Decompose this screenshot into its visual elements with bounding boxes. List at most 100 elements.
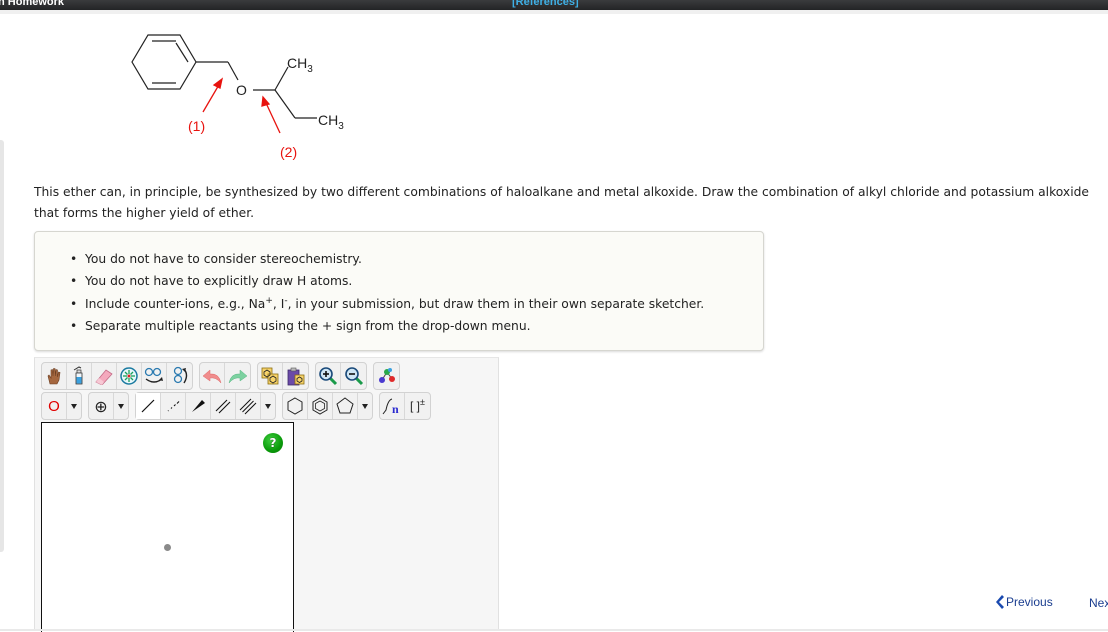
sgroup-polymer-icon: n <box>382 398 399 416</box>
top-bar: n Homework [References] <box>0 0 1108 10</box>
single-bond-icon <box>141 399 155 413</box>
atom-label: O <box>48 397 60 415</box>
instruction-item: You do not have to explicitly draw H ato… <box>70 273 704 295</box>
methyl-bottom-label: CH3 <box>318 112 344 132</box>
dashed-bond-button[interactable] <box>161 393 186 419</box>
flip-vertical-icon <box>173 366 187 384</box>
instruction-item: Separate multiple reactants using the + … <box>70 318 704 340</box>
canvas-center-dot <box>164 544 171 551</box>
chevron-down-icon <box>362 403 368 409</box>
arrow-2-icon <box>261 95 281 134</box>
ring-tools <box>282 392 373 420</box>
tool-group-zoom <box>315 362 367 390</box>
zoom-out-icon <box>344 367 363 386</box>
ring-dropdown-button[interactable] <box>358 393 372 419</box>
single-bond-button[interactable] <box>136 393 161 419</box>
cyclopentane-button[interactable] <box>333 393 358 419</box>
oxygen-atom-label: O <box>236 82 247 98</box>
sgroup-tools: n [ ]± <box>379 392 431 420</box>
charge-button[interactable]: ⊕ <box>89 393 114 419</box>
chevron-down-icon <box>71 403 77 409</box>
double-bond-button[interactable] <box>211 393 236 419</box>
previous-label: Previous <box>1006 595 1053 609</box>
benzene-ring <box>131 34 197 90</box>
benzene-icon <box>312 397 328 415</box>
bond-tools <box>135 392 276 420</box>
move-tool-button[interactable] <box>42 363 67 389</box>
flip-vertical-button[interactable] <box>167 363 192 389</box>
chevron-down-icon <box>265 403 271 409</box>
instructions-list: You do not have to consider stereochemis… <box>70 251 704 340</box>
question-text: This ether can, in principle, be synthes… <box>34 185 1089 220</box>
zoom-in-icon <box>319 367 338 386</box>
center-tool-button[interactable] <box>117 363 142 389</box>
bond-dropdown-button[interactable] <box>261 393 275 419</box>
plus-charge-icon: ⊕ <box>94 396 108 416</box>
arrow-1-icon <box>202 77 224 113</box>
molecule-sketcher: O ⊕ n []± ? <box>34 357 499 632</box>
triple-bond-button[interactable] <box>236 393 261 419</box>
atom-button[interactable]: O <box>42 393 67 419</box>
drawing-canvas[interactable]: ? <box>41 422 294 632</box>
bracket-charge-button[interactable]: [ ]± <box>405 393 430 419</box>
triple-bond-icon <box>239 398 257 415</box>
undo-icon <box>202 369 222 384</box>
chevron-down-icon <box>118 403 124 409</box>
previous-button[interactable]: Previous <box>994 594 1053 610</box>
tool-group-clean <box>373 362 400 390</box>
sketcher-toolbar-bottom: O ⊕ n []± <box>41 392 431 420</box>
help-button[interactable]: ? <box>263 433 283 453</box>
instructions-box: You do not have to consider stereochemis… <box>34 231 764 351</box>
zoom-in-button[interactable] <box>316 363 341 389</box>
tool-group-edit <box>41 362 193 390</box>
double-bond-icon <box>215 399 231 414</box>
methyl-top-label: CH3 <box>287 55 313 75</box>
svg-text:n: n <box>392 402 399 416</box>
molecule-structure: O CH3 CH3 (1) (2) <box>131 34 344 160</box>
benzene-button[interactable] <box>308 393 333 419</box>
wedge-bond-icon <box>192 400 205 412</box>
instruction-item: Include counter-ions, e.g., Na+, I-, in … <box>70 296 704 318</box>
sub-bar <box>0 10 1108 14</box>
cyclohexane-icon <box>287 397 303 415</box>
flip-horizontal-button[interactable] <box>142 363 167 389</box>
dashed-bond-icon <box>167 401 180 412</box>
copy-icon <box>261 367 279 385</box>
paste-icon <box>287 367 304 386</box>
wash-bottle-icon <box>73 366 83 385</box>
tool-group-clipboard <box>257 362 309 390</box>
next-button[interactable]: Next <box>1089 596 1108 610</box>
clear-tool-button[interactable] <box>67 363 92 389</box>
flip-horizontal-icon <box>144 367 163 383</box>
redo-icon <box>228 369 247 384</box>
hand-icon <box>47 368 61 385</box>
erase-tool-button[interactable] <box>92 363 117 389</box>
references-link[interactable]: [References] <box>512 0 579 8</box>
cyclohexane-button[interactable] <box>283 393 308 419</box>
undo-button[interactable] <box>200 363 225 389</box>
tool-group-history <box>199 362 251 390</box>
redo-button[interactable] <box>225 363 250 389</box>
sketcher-toolbar-top <box>41 362 400 390</box>
eraser-icon <box>95 369 113 385</box>
center-icon <box>120 367 138 385</box>
charge-selector: ⊕ <box>88 392 129 420</box>
sgroup-button[interactable]: n <box>380 393 405 419</box>
arrow-label-2: (2) <box>280 144 297 160</box>
charge-dropdown-button[interactable] <box>114 393 128 419</box>
instruction-item: You do not have to consider stereochemis… <box>70 251 704 273</box>
assignment-title: n Homework <box>0 0 65 8</box>
wedge-bond-button[interactable] <box>186 393 211 419</box>
zoom-out-button[interactable] <box>341 363 366 389</box>
paste-button[interactable] <box>283 363 308 389</box>
atom-selector: O <box>41 392 82 420</box>
clean-structure-icon <box>378 368 395 383</box>
arrow-label-1: (1) <box>188 118 205 134</box>
copy-button[interactable] <box>258 363 283 389</box>
chevron-left-icon <box>996 595 1004 609</box>
bracket-charge-icon: [ ]± <box>410 397 425 414</box>
left-panel-edge <box>0 140 4 552</box>
cyclopentane-icon <box>336 397 354 414</box>
clean-structure-button[interactable] <box>374 363 399 389</box>
atom-dropdown-button[interactable] <box>67 393 81 419</box>
